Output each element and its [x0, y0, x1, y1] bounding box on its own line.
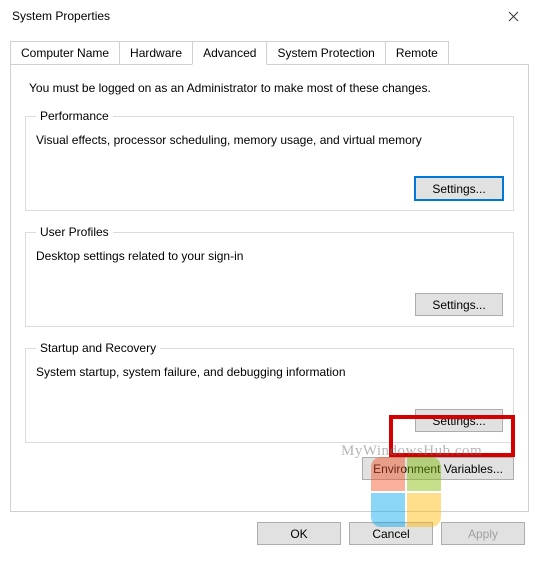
desc-performance: Visual effects, processor scheduling, me… — [36, 133, 503, 147]
desc-user-profiles: Desktop settings related to your sign-in — [36, 249, 503, 263]
group-startup-recovery: Startup and Recovery System startup, sys… — [25, 341, 514, 443]
tab-strip: Computer Name Hardware Advanced System P… — [10, 40, 529, 64]
desc-startup-recovery: System startup, system failure, and debu… — [36, 365, 503, 379]
tab-panel-advanced: You must be logged on as an Administrato… — [10, 64, 529, 512]
cancel-button[interactable]: Cancel — [349, 522, 433, 545]
close-button[interactable] — [495, 2, 531, 30]
close-icon — [508, 11, 519, 22]
legend-performance: Performance — [36, 109, 113, 123]
tab-hardware[interactable]: Hardware — [119, 41, 193, 65]
tab-computer-name[interactable]: Computer Name — [10, 41, 120, 65]
tab-advanced[interactable]: Advanced — [192, 41, 267, 65]
group-user-profiles: User Profiles Desktop settings related t… — [25, 225, 514, 327]
legend-startup-recovery: Startup and Recovery — [36, 341, 160, 355]
group-performance: Performance Visual effects, processor sc… — [25, 109, 514, 211]
startup-recovery-settings-button[interactable]: Settings... — [415, 409, 503, 432]
window-title: System Properties — [12, 9, 110, 23]
tab-system-protection[interactable]: System Protection — [266, 41, 385, 65]
dialog-buttons: OK Cancel Apply — [0, 522, 525, 545]
admin-notice: You must be logged on as an Administrato… — [29, 81, 514, 95]
environment-variables-button[interactable]: Environment Variables... — [362, 457, 514, 480]
tab-remote[interactable]: Remote — [385, 41, 449, 65]
apply-button[interactable]: Apply — [441, 522, 525, 545]
title-bar: System Properties — [0, 0, 539, 32]
ok-button[interactable]: OK — [257, 522, 341, 545]
performance-settings-button[interactable]: Settings... — [415, 177, 503, 200]
legend-user-profiles: User Profiles — [36, 225, 113, 239]
user-profiles-settings-button[interactable]: Settings... — [415, 293, 503, 316]
